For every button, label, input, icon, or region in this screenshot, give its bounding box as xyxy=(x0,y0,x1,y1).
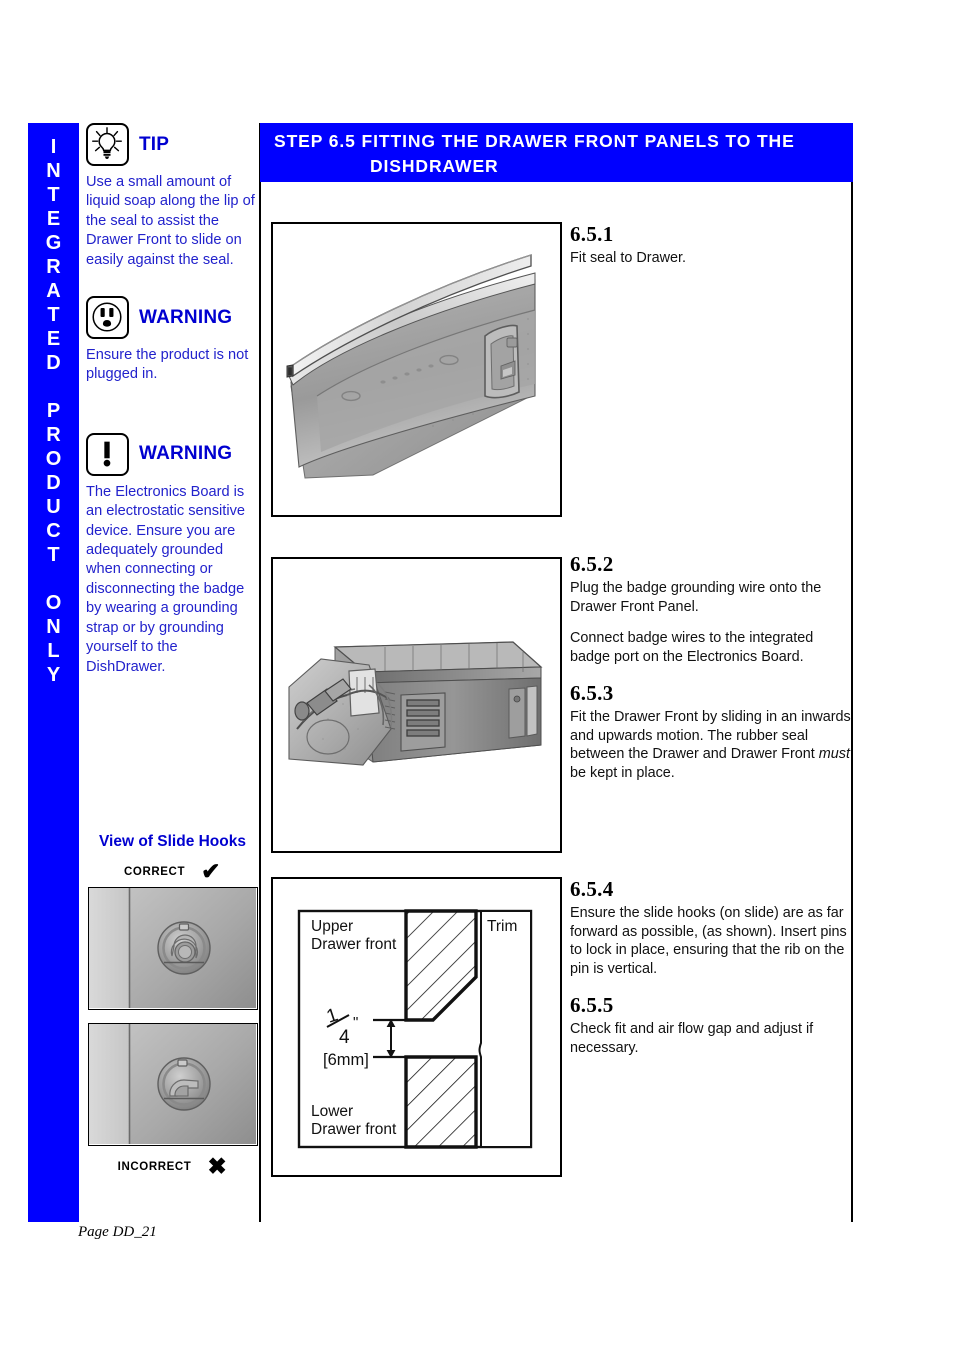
page-footer: Page DD_21 xyxy=(78,1224,157,1240)
cross-icon: ✖ xyxy=(207,1153,228,1179)
note-title: WARNING xyxy=(139,306,233,328)
incorrect-label: INCORRECT xyxy=(117,1160,192,1173)
note-warning-esd: WARNING The Electronics Board is an elec… xyxy=(86,432,259,677)
airflow-gap-diagram: Upper Drawer front Lower Drawer front Tr… xyxy=(271,877,562,1177)
side-tab-letter: T xyxy=(47,184,60,206)
dimension-metric: [6mm] xyxy=(323,1051,369,1069)
step-text: Fit seal to Drawer. xyxy=(570,250,686,266)
banner-line-1: STEP 6.5 FITTING THE DRAWER FRONT PANELS… xyxy=(274,131,795,151)
slide-hook-correct-image xyxy=(87,887,258,1010)
side-tab-letter: O xyxy=(45,448,62,470)
step-number: 6.5.2 xyxy=(570,552,614,576)
checkmark-icon: ✔ xyxy=(201,858,221,884)
note-body: Use a small amount of liquid soap along … xyxy=(86,174,255,268)
note-warning-power: WARNING Ensure the product is not plugge… xyxy=(86,296,259,385)
column-divider-rule xyxy=(259,123,262,1222)
upper-drawer-front-label-line1: Upper xyxy=(311,918,353,935)
step-6-5-2: 6.5.2 Plug the badge grounding wire onto… xyxy=(570,552,853,680)
correct-label-row: CORRECT ✔ xyxy=(86,860,259,883)
side-tab-letter: C xyxy=(46,520,61,542)
badge-wiring-illustration xyxy=(271,557,562,853)
lower-drawer-front-label-line2: Drawer front xyxy=(311,1121,397,1138)
side-tab-letter: R xyxy=(46,424,61,446)
slide-hooks-title: View of Slide Hooks xyxy=(98,833,246,850)
side-tab-letter: R xyxy=(46,256,61,278)
step-banner: STEP 6.5 FITTING THE DRAWER FRONT PANELS… xyxy=(260,123,853,182)
slide-hook-incorrect-image xyxy=(87,1023,258,1146)
slide-hooks-panel: View of Slide Hooks CORRECT ✔ INCORRECT … xyxy=(86,833,259,1178)
step-6-5-4: 6.5.4 Ensure the slide hooks (on slide) … xyxy=(570,877,855,979)
side-tab-letter: T xyxy=(47,304,60,326)
svg-text:4: 4 xyxy=(339,1027,350,1048)
step-number: 6.5.1 xyxy=(570,222,614,246)
note-body: Ensure the product is not plugged in. xyxy=(86,347,249,383)
note-title: WARNING xyxy=(139,443,233,465)
side-tab-letter: U xyxy=(46,496,61,518)
side-tab-letter: I xyxy=(50,136,57,158)
side-tab-letter: P xyxy=(46,400,61,422)
side-tab-letter: O xyxy=(45,592,62,614)
step-number: 6.5.3 xyxy=(570,681,614,705)
side-tab-letter: E xyxy=(46,328,61,350)
side-tab-letter: D xyxy=(46,352,61,374)
step-6-5-3: 6.5.3 Fit the Drawer Front by sliding in… xyxy=(570,681,855,783)
side-tab-letter: D xyxy=(46,472,61,494)
side-tab-letter: N xyxy=(46,616,61,638)
note-tip: TIP Use a small amount of liquid soap al… xyxy=(86,123,259,270)
lower-drawer-front-label-line1: Lower xyxy=(311,1103,353,1120)
note-title: TIP xyxy=(139,133,170,155)
step-text: Plug the badge grounding wire onto the D… xyxy=(570,580,822,615)
side-tab-letter: N xyxy=(46,160,61,182)
lightbulb-icon xyxy=(86,123,129,166)
trim-label: Trim xyxy=(487,918,517,935)
side-tab-letter: Y xyxy=(46,664,61,686)
side-tab-letter: G xyxy=(45,232,62,254)
side-tab-letter: T xyxy=(47,544,60,566)
step-number: 6.5.5 xyxy=(570,993,614,1017)
correct-label: CORRECT xyxy=(124,865,186,878)
side-tab-letter: E xyxy=(46,208,61,230)
step-text: Check fit and air flow gap and adjust if… xyxy=(570,1021,814,1056)
banner-line-2: DISHDRAWER xyxy=(370,156,499,176)
svg-text:": " xyxy=(353,1014,358,1031)
side-tab-letter: A xyxy=(46,280,61,302)
step-6-5-1: 6.5.1 Fit seal to Drawer. xyxy=(570,222,850,268)
notes-column: TIP Use a small amount of liquid soap al… xyxy=(86,123,259,677)
manual-page: I N T E G R A T E D P R O D U C T O N L … xyxy=(0,0,954,1351)
integrated-product-side-tab: I N T E G R A T E D P R O D U C T O N L … xyxy=(28,123,79,1222)
power-outlet-icon xyxy=(86,296,129,340)
incorrect-label-row: INCORRECT ✖ xyxy=(86,1155,259,1178)
step-number: 6.5.4 xyxy=(570,877,614,901)
side-tab-letter: L xyxy=(47,640,60,662)
step-text: Fit the Drawer Front by sliding in an in… xyxy=(570,709,851,782)
note-body: The Electronics Board is an electrostati… xyxy=(86,483,245,675)
upper-drawer-front-label-line2: Drawer front xyxy=(311,936,397,953)
drawer-seal-illustration xyxy=(271,222,562,517)
step-text: Connect badge wires to the integrated ba… xyxy=(570,630,814,666)
step-6-5-5: 6.5.5 Check fit and air flow gap and adj… xyxy=(570,993,850,1057)
exclamation-icon xyxy=(86,432,129,476)
step-text: Ensure the slide hooks (on slide) are as… xyxy=(570,905,847,978)
